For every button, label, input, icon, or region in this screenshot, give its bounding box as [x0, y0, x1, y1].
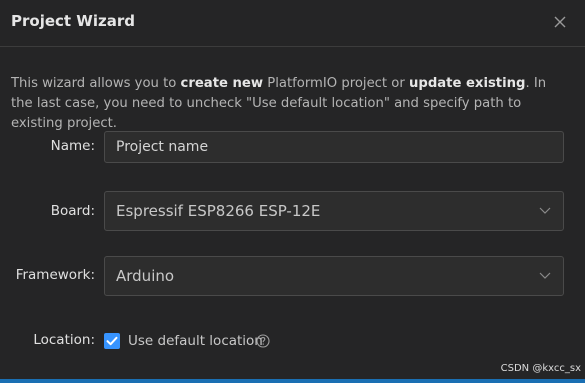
description-bold-update-existing: update existing: [408, 76, 526, 91]
board-select[interactable]: Espressif ESP8266 ESP-12E: [104, 191, 564, 231]
project-wizard-dialog: Project Wizard This wizard allows you to…: [0, 0, 585, 383]
dialog-header: Project Wizard: [0, 0, 585, 47]
framework-label: Framework:: [16, 267, 95, 283]
help-icon[interactable]: [256, 334, 270, 348]
description-bold-create-new: create new: [180, 76, 264, 91]
watermark: CSDN @kxcc_sx: [500, 363, 581, 374]
name-label-colon: :: [90, 138, 95, 154]
use-default-location-checkbox[interactable]: [104, 333, 120, 349]
chevron-down-icon: [539, 272, 551, 279]
board-select-value: Espressif ESP8266 ESP-12E: [116, 202, 321, 220]
use-default-location-label[interactable]: Use default location: [128, 333, 263, 349]
location-label: Location:: [33, 332, 95, 348]
chevron-down-icon: [539, 207, 551, 214]
name-input-value: Project name: [116, 139, 209, 155]
framework-label-colon: :: [90, 267, 95, 283]
framework-select-value: Arduino: [116, 267, 175, 285]
checkmark-icon: [106, 336, 118, 346]
location-label-colon: :: [90, 332, 95, 348]
board-label: Board:: [51, 203, 95, 219]
board-label-text: Board: [50, 203, 91, 219]
dialog-title: Project Wizard: [11, 12, 135, 30]
description-text-2: PlatformIO project or: [263, 76, 409, 91]
name-label-text: Name: [50, 138, 91, 154]
name-label: Name:: [51, 138, 95, 154]
bottom-accent-bar: [0, 379, 585, 383]
location-label-text: Location: [33, 332, 91, 348]
name-input[interactable]: Project name: [104, 131, 564, 163]
wizard-description: This wizard allows you to create new Pla…: [11, 74, 571, 134]
framework-label-text: Framework: [15, 267, 91, 283]
board-label-colon: :: [90, 203, 95, 219]
description-text-1: This wizard allows you to: [11, 76, 181, 91]
close-icon[interactable]: [551, 13, 569, 31]
framework-select[interactable]: Arduino: [104, 256, 564, 296]
